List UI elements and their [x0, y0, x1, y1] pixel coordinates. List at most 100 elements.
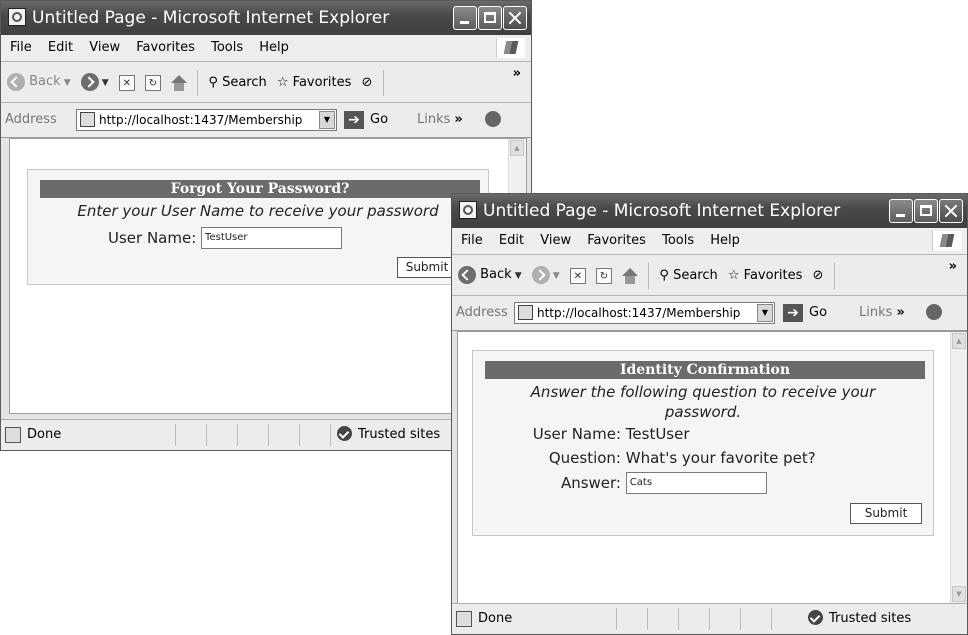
user-name-input[interactable]: TestUser [201, 227, 343, 249]
refresh-icon[interactable]: ↻ [595, 267, 612, 284]
close-button[interactable] [503, 6, 527, 30]
security-zone: Trusted sites [808, 604, 911, 634]
password-recovery-panel: Forgot Your Password? Enter your User Na… [27, 169, 489, 285]
security-zone: Trusted sites [337, 420, 440, 450]
identity-confirmation-panel: Identity Confirmation Answer the followi… [472, 350, 934, 536]
user-name-label: User Name: [532, 425, 621, 443]
menu-favorites[interactable]: Favorites [136, 40, 195, 55]
stop-icon[interactable]: ✕ [569, 267, 586, 284]
menu-edit[interactable]: Edit [48, 40, 73, 55]
links-button[interactable]: Links» [417, 103, 463, 137]
trusted-sites-icon [808, 610, 823, 625]
address-dropdown-button[interactable]: ▼ [319, 111, 335, 129]
menu-tools[interactable]: Tools [662, 233, 694, 248]
answer-row: Answer: Cats [523, 472, 767, 494]
title-bar[interactable]: Untitled Page - Microsoft Internet Explo… [452, 194, 967, 228]
ie-window-identity-confirmation[interactable]: Untitled Page - Microsoft Internet Explo… [451, 193, 968, 635]
forward-arrow-icon [80, 72, 99, 91]
page-icon [80, 112, 95, 127]
question-row: Question: What's your favorite pet? [523, 449, 816, 467]
search-button[interactable]: ⚲ Search [659, 256, 717, 296]
close-button[interactable] [939, 199, 963, 223]
forward-button[interactable]: ▼ [80, 62, 109, 103]
go-button[interactable]: ➔ Go [344, 103, 388, 137]
back-arrow-icon [458, 265, 476, 284]
home-icon[interactable] [622, 267, 639, 284]
media-icon[interactable]: ⊘ [813, 256, 824, 296]
panel-header: Forgot Your Password? [40, 180, 480, 198]
menu-view[interactable]: View [89, 40, 120, 55]
menu-file[interactable]: File [10, 40, 32, 55]
page-icon [518, 305, 533, 320]
toolbar-overflow-chevron[interactable]: » [513, 54, 521, 94]
window-title: Untitled Page - Microsoft Internet Explo… [32, 8, 390, 28]
vertical-scrollbar[interactable]: ▲▼ [950, 332, 967, 603]
menu-edit[interactable]: Edit [499, 233, 524, 248]
page-status-icon [456, 611, 472, 627]
menu-bar: File Edit View Favorites Tools Help [1, 35, 531, 62]
maximize-button[interactable] [478, 6, 502, 30]
favorites-button[interactable]: ☆ Favorites [277, 63, 352, 103]
toolbar-overflow-chevron[interactable]: » [949, 247, 957, 287]
minimize-button[interactable] [453, 6, 477, 30]
media-icon[interactable]: ⊘ [362, 63, 373, 103]
address-dropdown-button[interactable]: ▼ [757, 304, 773, 322]
messenger-icon[interactable] [926, 304, 942, 320]
search-button[interactable]: ⚲ Search [208, 63, 266, 103]
minimize-button[interactable] [889, 199, 913, 223]
page-status-icon [5, 427, 21, 443]
address-url: http://localhost:1437/Membership [537, 306, 741, 320]
menu-file[interactable]: File [461, 233, 483, 248]
forward-button[interactable]: ▼ [531, 255, 560, 296]
address-bar: Address http://localhost:1437/Membership… [452, 296, 967, 331]
menu-favorites[interactable]: Favorites [587, 233, 646, 248]
submit-button[interactable]: Submit [397, 257, 457, 278]
instruction-text: Enter your User Name to receive your pas… [77, 202, 439, 220]
forward-arrow-icon [531, 265, 550, 284]
stop-icon[interactable]: ✕ [118, 74, 135, 91]
menu-help[interactable]: Help [710, 233, 740, 248]
home-icon[interactable] [171, 74, 188, 91]
maximize-button[interactable] [914, 199, 938, 223]
ie-page-icon [459, 201, 477, 219]
address-url: http://localhost:1437/Membership [99, 113, 303, 127]
menu-tools[interactable]: Tools [211, 40, 243, 55]
question-label: Question: [548, 449, 621, 467]
menu-view[interactable]: View [540, 233, 571, 248]
refresh-icon[interactable]: ↻ [144, 74, 161, 91]
messenger-icon[interactable] [485, 111, 501, 127]
user-name-row: User Name: TestUser [523, 425, 690, 443]
go-button[interactable]: ➔ Go [783, 296, 827, 330]
question-value: What's your favorite pet? [625, 449, 816, 467]
menu-bar: File Edit View Favorites Tools Help [452, 228, 967, 255]
address-input[interactable]: http://localhost:1437/Membership ▼ [514, 302, 775, 324]
toolbar: Back ▼ ▼ ✕ ↻ ⚲ Search ☆ Favorites ⊘ » [452, 255, 967, 296]
status-text: Done [27, 427, 62, 442]
star-icon: ☆ [727, 267, 740, 283]
trusted-sites-icon [337, 426, 352, 441]
submit-button[interactable]: Submit [850, 503, 922, 524]
star-icon: ☆ [276, 74, 289, 90]
instruction-text-line2: password. [664, 403, 742, 421]
address-bar: Address http://localhost:1437/Membership… [1, 103, 531, 138]
ie-page-icon [8, 8, 26, 26]
back-button[interactable]: Back ▼ [458, 255, 522, 296]
search-icon: ⚲ [659, 267, 669, 283]
toolbar: Back ▼ ▼ ✕ ↻ ⚲ Search ☆ Favorites ⊘ » [1, 62, 531, 103]
user-name-value: TestUser [625, 425, 690, 443]
page-content: Forgot Your Password? Enter your User Na… [9, 138, 527, 414]
user-name-row: User Name: TestUser [108, 227, 343, 249]
title-bar[interactable]: Untitled Page - Microsoft Internet Explo… [1, 1, 531, 35]
back-arrow-icon [7, 72, 25, 91]
go-arrow-icon: ➔ [344, 110, 364, 129]
links-button[interactable]: Links» [859, 296, 905, 330]
window-title: Untitled Page - Microsoft Internet Explo… [483, 201, 841, 221]
menu-help[interactable]: Help [259, 40, 289, 55]
back-button[interactable]: Back ▼ [7, 62, 71, 103]
answer-input[interactable]: Cats [625, 472, 767, 494]
favorites-button[interactable]: ☆ Favorites [728, 256, 803, 296]
status-bar: Done Trusted sites [452, 603, 967, 634]
address-label: Address [456, 305, 508, 320]
search-icon: ⚲ [208, 74, 218, 90]
address-input[interactable]: http://localhost:1437/Membership ▼ [76, 109, 337, 131]
